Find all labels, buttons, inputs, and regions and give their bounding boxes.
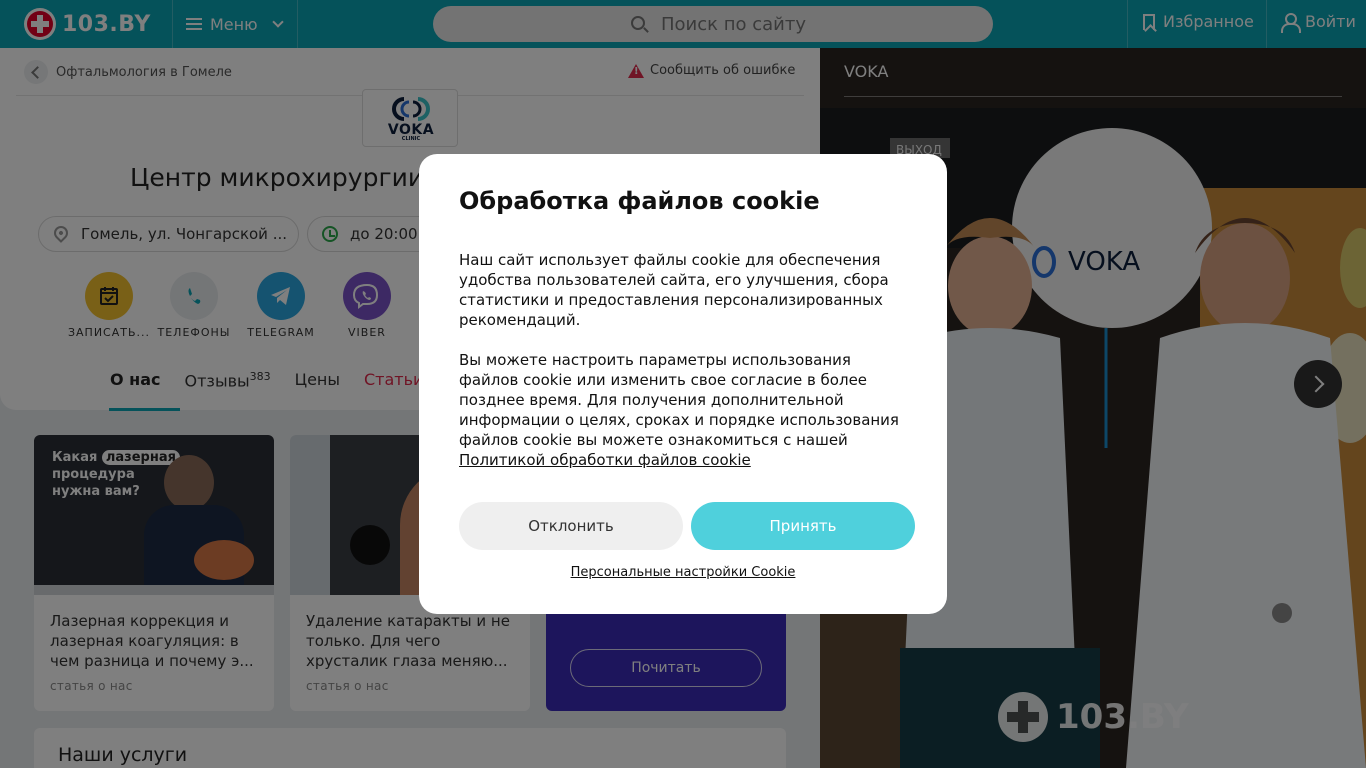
cookie-paragraph-2-text: Вы можете настроить параметры использова… — [459, 351, 899, 449]
cookie-consent-dialog: Обработка файлов cookie Наш сайт использ… — [419, 154, 947, 614]
cookie-paragraph-1: Наш сайт использует файлы cookie для обе… — [459, 251, 889, 329]
cookie-paragraph-2: Вы можете настроить параметры использова… — [459, 350, 909, 470]
accept-button[interactable]: Принять — [691, 502, 915, 550]
cookie-policy-link[interactable]: Политикой обработки файлов cookie — [459, 451, 751, 469]
cookie-settings-link[interactable]: Персональные настройки Cookie — [419, 565, 947, 580]
cookie-dialog-title: Обработка файлов cookie — [459, 187, 820, 215]
decline-button[interactable]: Отклонить — [459, 502, 683, 550]
